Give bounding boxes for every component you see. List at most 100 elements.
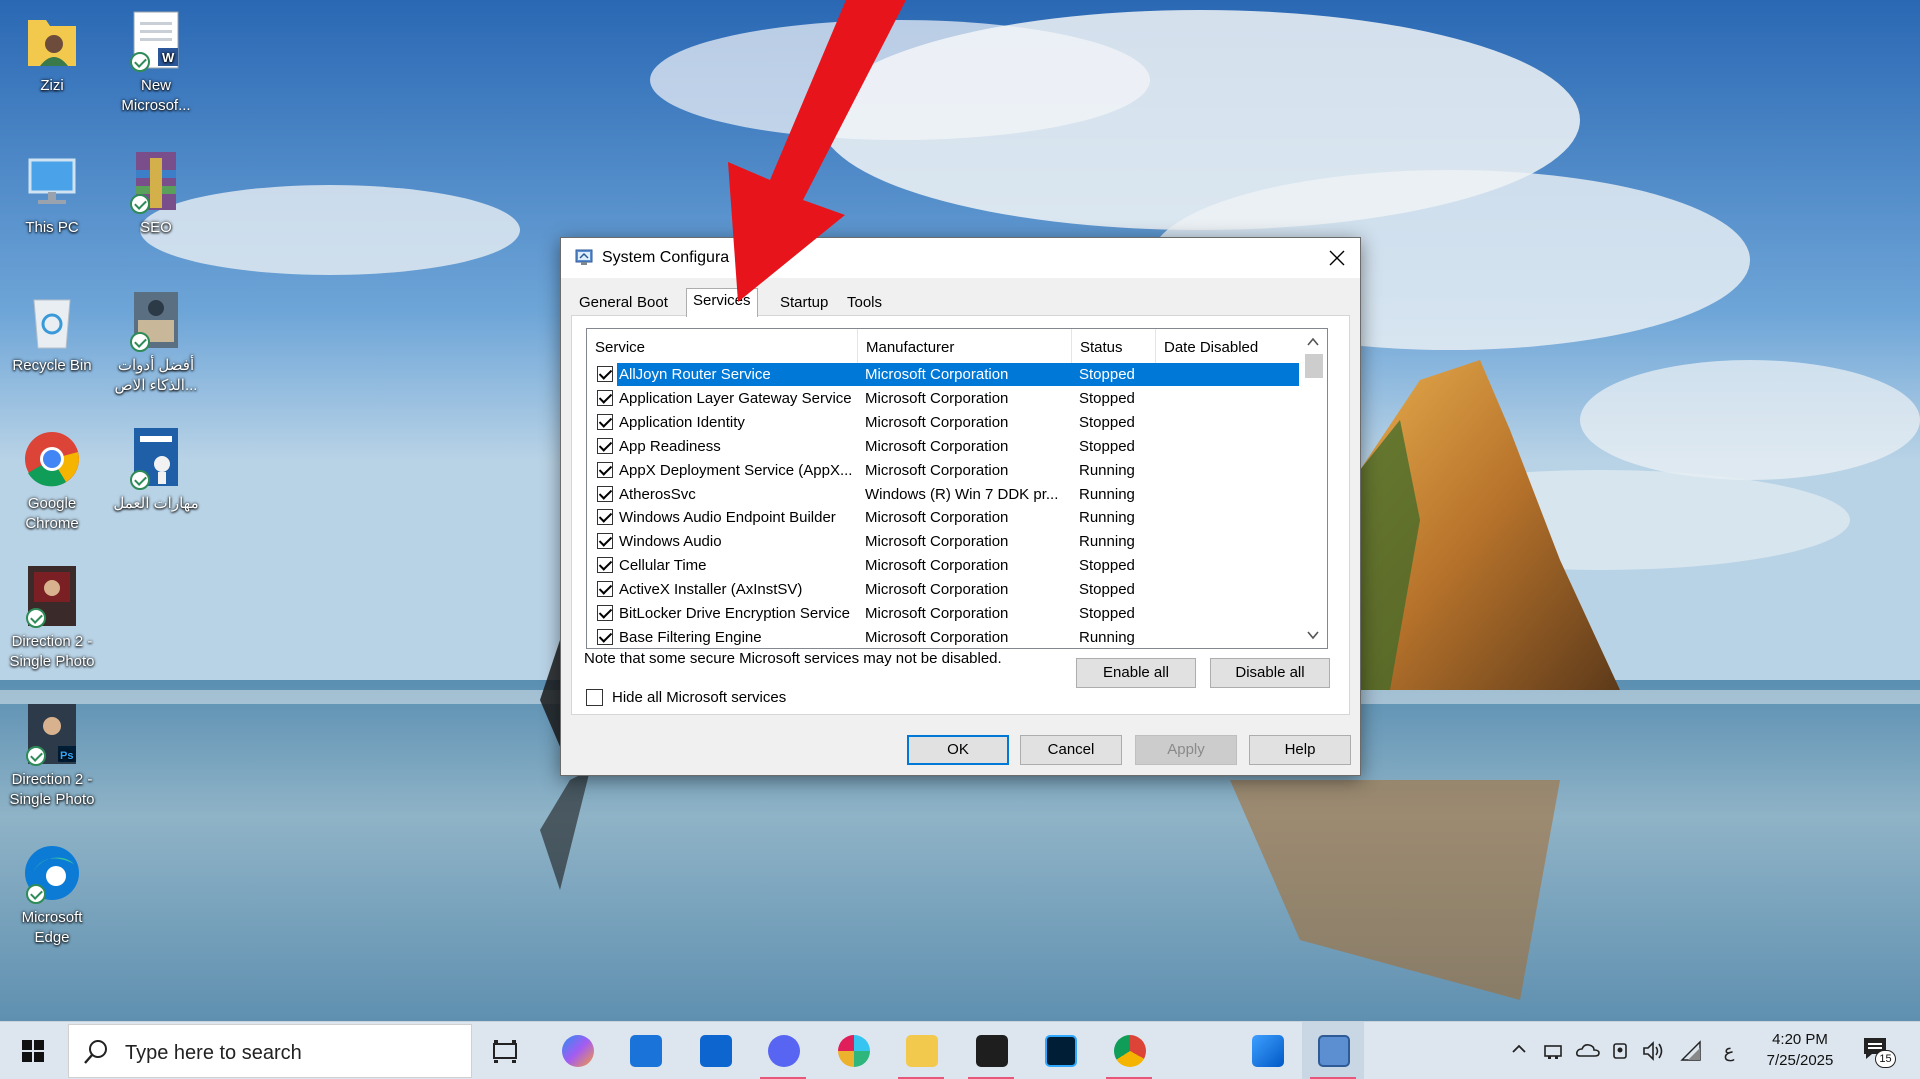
vertical-scrollbar[interactable] [1299,329,1327,648]
desktop-icon-this-pc[interactable]: This PC [2,152,102,238]
windows-logo-icon [22,1040,44,1062]
service-row[interactable]: AllJoyn Router Service Microsoft Corporat… [587,363,1299,387]
word-document-icon: W [126,10,186,72]
service-checkbox[interactable] [597,414,613,430]
service-checkbox[interactable] [597,486,613,502]
service-checkbox[interactable] [597,533,613,549]
services-list[interactable]: Service Manufacturer Status Date Disable… [586,328,1328,649]
service-row[interactable]: Application Identity Microsoft Corporatio… [587,411,1299,435]
service-row[interactable]: ActiveX Installer (AxInstSV) Microsoft Co… [587,578,1299,602]
enable-all-button[interactable]: Enable all [1076,658,1196,688]
service-name: Cellular Time [619,557,707,574]
service-status: Running [1079,629,1135,646]
column-header-date-disabled[interactable]: Date Disabled [1156,329,1299,363]
help-button[interactable]: Help [1249,735,1351,765]
taskbar-clock[interactable]: 4:20 PM 7/25/2025 [1758,1029,1842,1071]
service-checkbox[interactable] [597,438,613,454]
disable-all-button[interactable]: Disable all [1210,658,1330,688]
column-header-manufacturer[interactable]: Manufacturer [858,329,1072,363]
service-checkbox[interactable] [597,509,613,525]
column-header-status[interactable]: Status [1072,329,1156,363]
photoshop-file-icon: Ps [22,704,82,766]
service-row[interactable]: Cellular Time Microsoft Corporation Stoppe… [587,554,1299,578]
service-manufacturer: Microsoft Corporation [865,414,1009,431]
network-adapter-tray[interactable] [1542,1040,1564,1062]
service-row[interactable]: Windows Audio Microsoft Corporation Runnin… [587,530,1299,554]
desktop-icon-recycle-bin[interactable]: Recycle Bin [2,290,102,376]
service-row[interactable]: Application Layer Gateway Service Microso… [587,387,1299,411]
notification-center-button[interactable]: 15 [1862,1036,1896,1068]
taskbar-photos[interactable] [1236,1022,1298,1079]
service-name: Application Identity [619,414,745,431]
desktop-icon-zizi[interactable]: Zizi [2,10,102,96]
service-status: Stopped [1079,438,1135,455]
cancel-button[interactable]: Cancel [1020,735,1122,765]
service-checkbox[interactable] [597,605,613,621]
onedrive-tray[interactable] [1576,1040,1600,1062]
scroll-up-arrow-icon[interactable] [1306,335,1320,349]
taskbar-discord[interactable] [752,1022,814,1079]
desktop-icon-ai-tools[interactable]: أفضل أدوات الذكاء الاص... [106,290,206,396]
taskbar-system-config[interactable] [1302,1022,1364,1079]
desktop-icon-direction-photo-1[interactable]: Direction 2 - Single Photo [2,566,102,672]
recycle-bin-icon [22,290,82,352]
desktop-icon-microsoft-edge[interactable]: Microsoft Edge [2,842,102,948]
close-button[interactable] [1314,238,1360,278]
hide-microsoft-services-box[interactable] [586,689,603,706]
service-checkbox[interactable] [597,581,613,597]
trello-icon [700,1035,732,1067]
photoshop-icon [1045,1035,1077,1067]
service-row[interactable]: BitLocker Drive Encryption Service Micros… [587,602,1299,626]
taskbar-task-view[interactable] [474,1022,536,1079]
taskbar-chrome[interactable] [1098,1022,1160,1079]
apply-button[interactable]: Apply [1135,735,1237,765]
service-row[interactable]: Base Filtering Engine Microsoft Corporati… [587,626,1299,648]
start-button[interactable] [0,1022,66,1079]
taskbar-file-explorer[interactable] [890,1022,952,1079]
svg-text:Ps: Ps [60,750,73,762]
list-header: Service Manufacturer Status Date Disable… [587,329,1299,363]
taskbar-photoshop[interactable] [1029,1022,1091,1079]
service-row[interactable]: App Readiness Microsoft Corporation Stoppe… [587,435,1299,459]
tab-tools[interactable]: Tools [841,291,888,315]
tab-services[interactable]: Services [686,288,758,317]
book-cover-icon [126,428,186,490]
service-manufacturer: Microsoft Corporation [865,390,1009,407]
meet-now-tray[interactable] [1610,1040,1632,1062]
service-status: Stopped [1079,605,1135,622]
taskbar-obs[interactable] [960,1022,1022,1079]
column-header-service[interactable]: Service [587,329,858,363]
show-hidden-icons-button[interactable] [1508,1040,1530,1062]
search-placeholder: Type here to search [125,1042,302,1064]
service-row[interactable]: Windows Audio Endpoint Builder Microsoft … [587,506,1299,530]
tab-startup[interactable]: Startup [774,291,834,315]
scroll-down-arrow-icon[interactable] [1306,628,1320,642]
service-checkbox[interactable] [597,366,613,382]
secure-services-note: Note that some secure Microsoft services… [584,650,1002,667]
wifi-tray[interactable] [1680,1040,1702,1062]
microsoft-store-icon [630,1035,662,1067]
desktop-icon-word-doc[interactable]: W New Microsof... [106,10,206,116]
tab-boot[interactable]: Boot [631,291,674,315]
scroll-thumb[interactable] [1305,354,1323,378]
service-checkbox[interactable] [597,390,613,406]
desktop-icon-direction-photo-2[interactable]: Ps Direction 2 - Single Photo [2,704,102,810]
service-checkbox[interactable] [597,557,613,573]
desktop-icon-seo[interactable]: SEO [106,152,206,238]
taskbar-slack[interactable] [822,1022,884,1079]
taskbar-trello[interactable] [684,1022,746,1079]
ok-button[interactable]: OK [907,735,1009,765]
taskbar-microsoft-store[interactable] [614,1022,676,1079]
service-row[interactable]: AtherosSvc Windows (R) Win 7 DDK pr... Run… [587,483,1299,507]
desktop-icon-google-chrome[interactable]: Google Chrome [2,428,102,534]
tab-general[interactable]: General [573,291,638,315]
service-checkbox[interactable] [597,462,613,478]
taskbar-search-box[interactable]: Type here to search [68,1024,472,1078]
service-checkbox[interactable] [597,629,613,645]
taskbar-copilot[interactable] [546,1022,608,1079]
input-language-indicator[interactable]: ع [1718,1040,1740,1062]
service-row[interactable]: AppX Deployment Service (AppX... Microsof… [587,459,1299,483]
desktop-icon-work-skills[interactable]: مهارات العمل [106,428,206,514]
dialog-titlebar[interactable]: System Configura [561,238,1360,278]
volume-tray[interactable] [1642,1040,1664,1062]
